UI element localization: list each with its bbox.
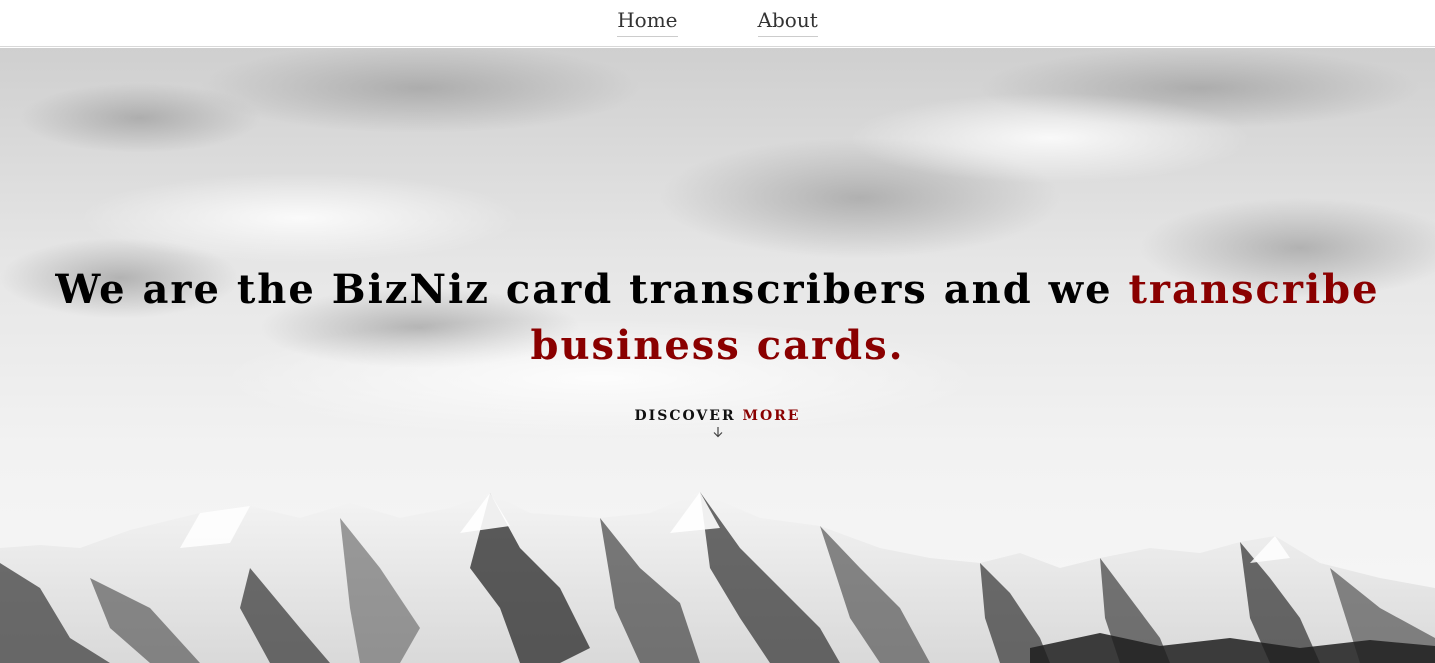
- headline-plain-text: We are the BizNiz card transcribers and …: [55, 266, 1129, 313]
- discover-more-accent: MORE: [742, 408, 801, 424]
- headline-accent-word: transcribe: [1128, 266, 1380, 313]
- headline-accent-line: business cards.: [530, 322, 905, 369]
- top-navbar: Home About: [0, 0, 1435, 47]
- arrow-down-icon: [713, 427, 722, 438]
- discover-more-link[interactable]: DISCOVER MORE: [0, 408, 1435, 438]
- hero-section: We are the BizNiz card transcribers and …: [0, 48, 1435, 663]
- nav-home-link[interactable]: Home: [617, 8, 678, 37]
- nav-about-link[interactable]: About: [757, 8, 818, 37]
- discover-label: DISCOVER: [634, 408, 736, 424]
- hero-headline: We are the BizNiz card transcribers and …: [0, 262, 1435, 374]
